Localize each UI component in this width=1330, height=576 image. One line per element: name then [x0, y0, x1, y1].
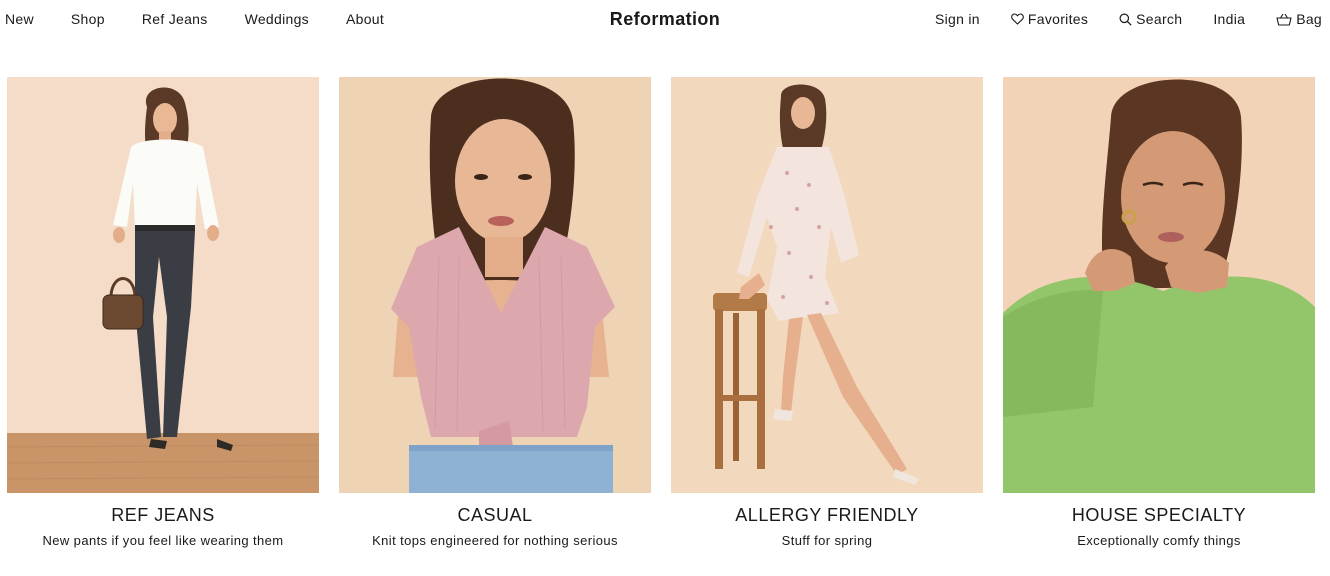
category-title: REF JEANS: [111, 505, 215, 525]
sign-in-link[interactable]: Sign in: [935, 11, 980, 27]
search-label: Search: [1136, 11, 1183, 27]
category-subtitle: Knit tops engineered for nothing serious: [372, 533, 618, 548]
nav-link-shop[interactable]: Shop: [71, 11, 105, 27]
category-subtitle: New pants if you feel like wearing them: [42, 533, 284, 548]
category-card-house-specialty[interactable]: HOUSE SPECIALTY Exceptionally comfy thin…: [1003, 77, 1315, 548]
category-image-allergy-friendly: [671, 77, 983, 493]
category-subtitle: Exceptionally comfy things: [1077, 533, 1241, 548]
nav-link-new[interactable]: New: [5, 11, 34, 27]
sign-in-label: Sign in: [934, 11, 980, 27]
search-link[interactable]: Search: [1119, 11, 1182, 27]
category-image-ref-jeans: [7, 77, 319, 493]
category-image-casual: [339, 77, 651, 493]
bag-label: Bag: [1296, 11, 1322, 27]
bag-icon: [1276, 13, 1292, 26]
category-grid: REF JEANS New pants if you feel like wea…: [7, 77, 1317, 548]
category-subtitle: Stuff for spring: [781, 533, 873, 548]
category-image-house-specialty: [1003, 77, 1315, 493]
category-title: HOUSE SPECIALTY: [1071, 505, 1247, 525]
favorites-label: Favorites: [1027, 11, 1089, 27]
utility-nav: Sign in Favorites Search India Bag: [935, 11, 1322, 27]
favorites-link[interactable]: Favorites: [1011, 11, 1088, 27]
nav-link-about[interactable]: About: [346, 11, 384, 27]
brand-logo[interactable]: Reformation: [610, 9, 720, 29]
nav-link-weddings[interactable]: Weddings: [245, 11, 309, 27]
country-label: India: [1213, 11, 1246, 27]
category-card-casual[interactable]: CASUAL Knit tops engineered for nothing …: [339, 77, 651, 548]
heart-icon: [1011, 13, 1024, 25]
search-icon: [1119, 13, 1132, 26]
top-navigation-bar: New Shop Ref Jeans Weddings About Reform…: [0, 0, 1330, 40]
bag-link[interactable]: Bag: [1276, 11, 1322, 27]
country-selector[interactable]: India: [1213, 11, 1245, 27]
category-card-ref-jeans[interactable]: REF JEANS New pants if you feel like wea…: [7, 77, 319, 548]
nav-link-ref-jeans[interactable]: Ref Jeans: [142, 11, 208, 27]
primary-nav: New Shop Ref Jeans Weddings About: [5, 11, 384, 27]
category-title: ALLERGY FRIENDLY: [735, 505, 919, 525]
category-card-allergy-friendly[interactable]: ALLERGY FRIENDLY Stuff for spring: [671, 77, 983, 548]
category-title: CASUAL: [457, 505, 533, 525]
